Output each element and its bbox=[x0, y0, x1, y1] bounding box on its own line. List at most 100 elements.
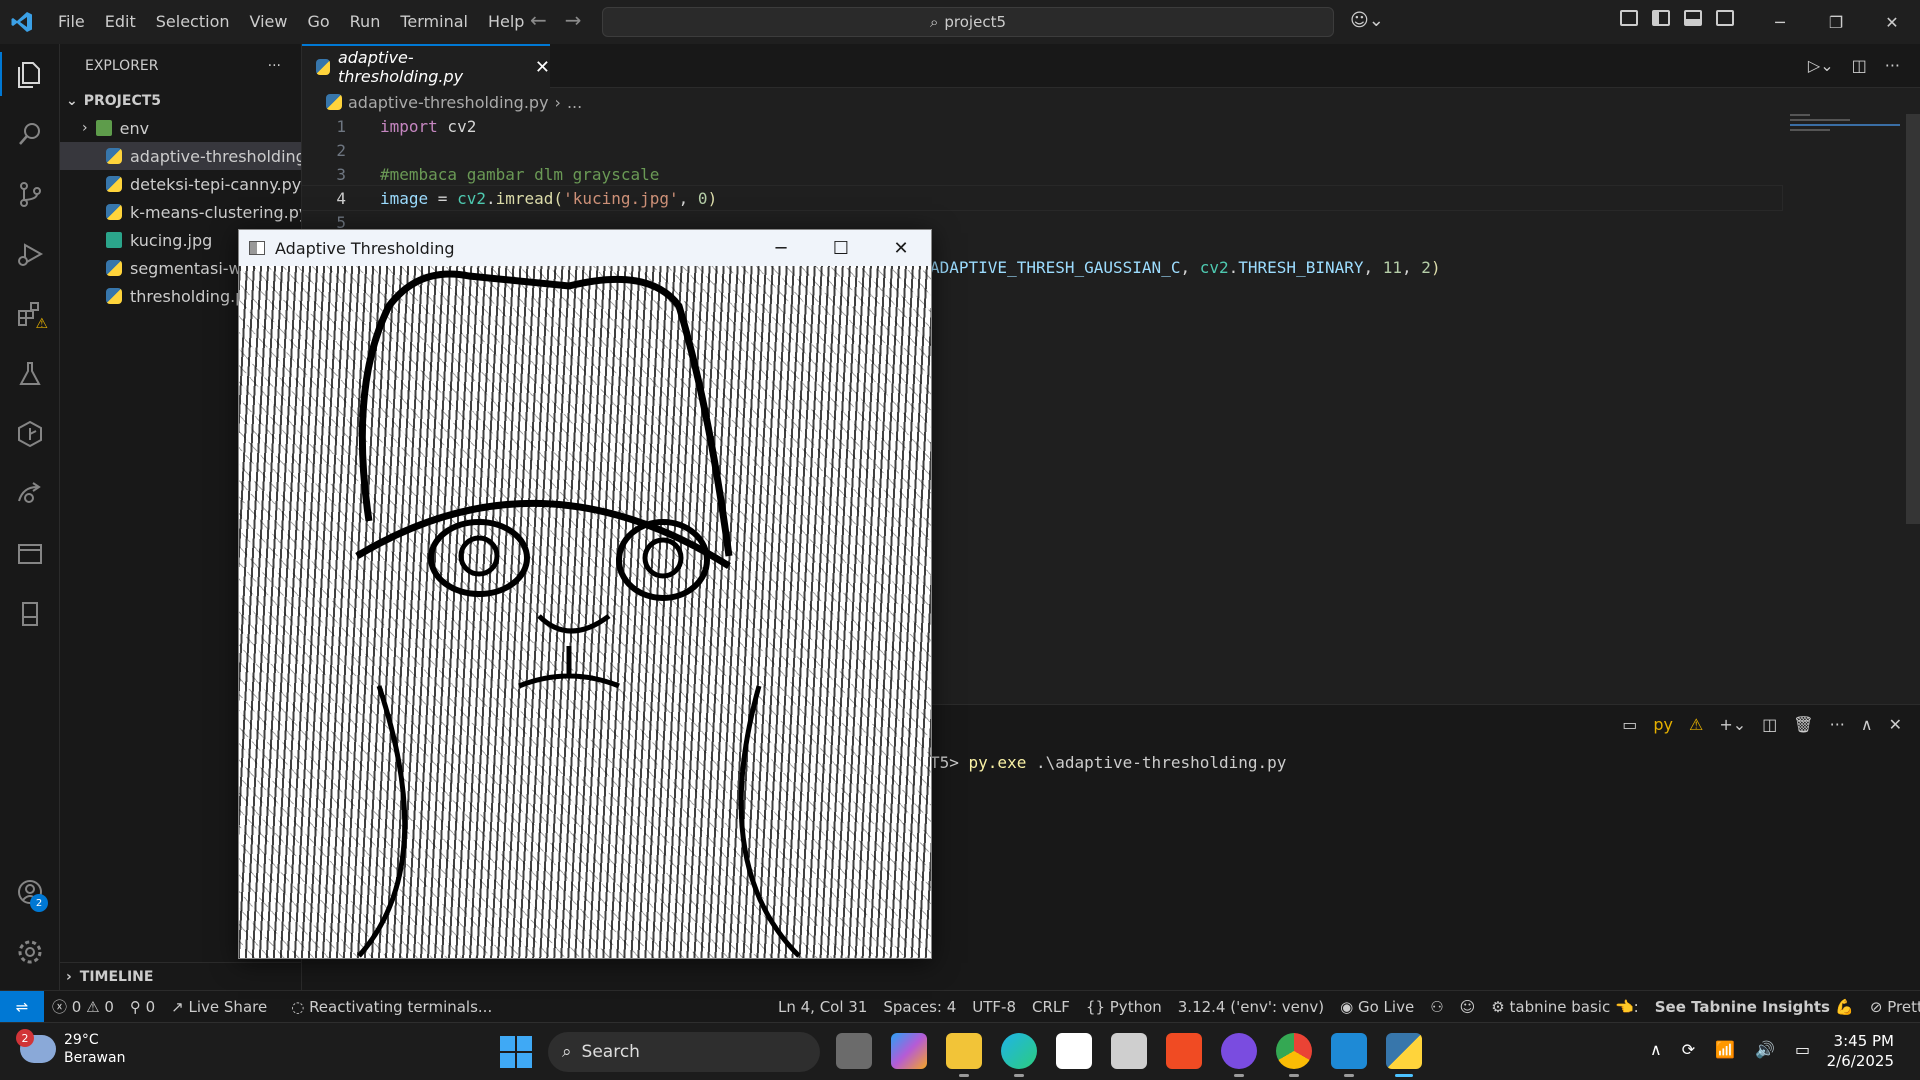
run-python-file-icon[interactable]: ▷⌄ bbox=[1808, 56, 1834, 75]
timeline-section[interactable]: › TIMELINE bbox=[60, 962, 302, 990]
remote-indicator-icon[interactable]: ⇌ bbox=[0, 991, 44, 1022]
more-actions-icon[interactable]: ··· bbox=[268, 58, 281, 74]
editor-scrollbar[interactable] bbox=[1906, 114, 1920, 524]
split-editor-icon[interactable]: ◫ bbox=[1852, 56, 1867, 75]
project-section[interactable]: ⌄ PROJECT5 bbox=[60, 88, 301, 114]
maximize-icon[interactable]: ☐ bbox=[811, 230, 871, 266]
terminal-output-line: T5> py.exe .\adaptive-thresholding.py bbox=[930, 753, 1286, 772]
live-share-status[interactable]: ↗ Live Share bbox=[163, 998, 275, 1016]
menu-run[interactable]: Run bbox=[340, 0, 391, 44]
split-terminal-icon[interactable]: ◫ bbox=[1762, 715, 1777, 734]
breadcrumb-more[interactable]: ... bbox=[567, 93, 582, 112]
terminal-profile[interactable]: py bbox=[1653, 715, 1673, 734]
remote-explorer-icon[interactable] bbox=[0, 464, 60, 524]
ports-status[interactable]: ⚲ 0 bbox=[122, 998, 163, 1016]
function-token: imread bbox=[495, 188, 554, 208]
copilot-status-icon[interactable]: ☺ bbox=[1452, 998, 1484, 1016]
close-tab-icon[interactable]: ✕ bbox=[535, 57, 550, 78]
app-icon[interactable] bbox=[1111, 1033, 1147, 1069]
menu-file[interactable]: File bbox=[48, 0, 95, 44]
taskbar-search[interactable]: ⌕ Search bbox=[548, 1032, 820, 1072]
settings-icon[interactable] bbox=[0, 922, 60, 982]
tabnine-insights-link[interactable]: See Tabnine Insights 💪 bbox=[1647, 998, 1862, 1016]
windows-start-icon[interactable] bbox=[500, 1036, 532, 1068]
menu-terminal[interactable]: Terminal bbox=[390, 0, 478, 44]
minimize-icon[interactable]: ─ bbox=[1752, 0, 1808, 44]
battery-icon[interactable]: ▭ bbox=[1795, 1040, 1810, 1059]
copilot-icon[interactable] bbox=[891, 1033, 927, 1069]
status-bar: ⇌ ⓧ 0 ⚠ 0 ⚲ 0 ↗ Live Share ◌ Reactivatin… bbox=[0, 990, 1920, 1022]
back-arrow-icon[interactable]: ← bbox=[530, 8, 547, 32]
explorer-icon[interactable] bbox=[0, 44, 60, 104]
language-mode[interactable]: {} Python bbox=[1078, 998, 1170, 1016]
tab-adaptive-thresholding[interactable]: adaptive-thresholding.py ✕ bbox=[302, 44, 550, 88]
restore-icon[interactable]: ❐ bbox=[1808, 0, 1864, 44]
forward-arrow-icon[interactable]: → bbox=[565, 8, 582, 32]
trash-icon[interactable]: 🗑 bbox=[1793, 715, 1813, 734]
line-text: import cv2 bbox=[356, 117, 476, 136]
close-icon[interactable]: ✕ bbox=[871, 230, 931, 266]
testing-icon[interactable] bbox=[0, 344, 60, 404]
chrome-icon[interactable] bbox=[1276, 1033, 1312, 1077]
indentation[interactable]: Spaces: 4 bbox=[875, 998, 964, 1016]
sync-icon[interactable]: ⟳ bbox=[1682, 1040, 1695, 1059]
toggle-secondary-sidebar-icon[interactable] bbox=[1716, 10, 1734, 26]
tree-item-adaptive-thresholding[interactable]: adaptive-thresholding.py bbox=[60, 142, 301, 170]
gitlens-icon[interactable] bbox=[0, 404, 60, 464]
wifi-icon[interactable]: 📶 bbox=[1715, 1040, 1735, 1059]
menu-selection[interactable]: Selection bbox=[146, 0, 240, 44]
end-of-line[interactable]: CRLF bbox=[1024, 998, 1078, 1016]
weather-widget[interactable]: 2 29°C Berawan bbox=[16, 1029, 125, 1067]
tabnine-status[interactable]: ⚙ tabnine basic 👈: bbox=[1483, 998, 1646, 1016]
minimize-icon[interactable]: ─ bbox=[751, 230, 811, 266]
command-center-search[interactable]: ⌕ project5 bbox=[602, 7, 1334, 37]
customize-layout-icon[interactable] bbox=[1620, 10, 1638, 26]
close-panel-icon[interactable]: ✕ bbox=[1889, 715, 1902, 734]
copilot-icon[interactable]: ☺⌄ bbox=[1350, 10, 1384, 31]
toggle-panel-icon[interactable] bbox=[1684, 10, 1702, 26]
more-actions-icon[interactable]: ··· bbox=[1885, 56, 1900, 75]
problems-status[interactable]: ⓧ 0 ⚠ 0 bbox=[44, 996, 122, 1017]
chevron-up-icon[interactable]: ∧ bbox=[1650, 1040, 1662, 1059]
github-desktop-icon[interactable] bbox=[1221, 1033, 1257, 1077]
extensions-icon[interactable]: ⚠ bbox=[0, 284, 60, 344]
accounts-icon[interactable]: 2 bbox=[0, 862, 60, 922]
popup-title-bar[interactable]: Adaptive Thresholding ─ ☐ ✕ bbox=[239, 230, 931, 266]
python-interpreter[interactable]: 3.12.4 ('env': venv) bbox=[1170, 998, 1332, 1016]
brave-icon[interactable] bbox=[1166, 1033, 1202, 1069]
panel-icon[interactable] bbox=[0, 524, 60, 584]
maximize-panel-icon[interactable]: ∧ bbox=[1861, 715, 1873, 734]
encoding[interactable]: UTF-8 bbox=[964, 998, 1024, 1016]
breadcrumb-file[interactable]: adaptive-thresholding.py bbox=[348, 93, 549, 112]
taskbar-clock[interactable]: 3:45 PM 2/6/2025 bbox=[1827, 1031, 1894, 1071]
tree-item-env[interactable]: › env bbox=[60, 114, 301, 142]
toggle-sidebar-icon[interactable] bbox=[1652, 10, 1670, 26]
tree-item-k-means-clustering[interactable]: k-means-clustering.py bbox=[60, 198, 301, 226]
vscode-icon[interactable] bbox=[1331, 1033, 1367, 1077]
prettier-status[interactable]: ⊘ Prettier bbox=[1862, 998, 1920, 1016]
source-control-icon[interactable] bbox=[0, 164, 60, 224]
minimap[interactable] bbox=[1790, 114, 1900, 144]
close-icon[interactable]: ✕ bbox=[1864, 0, 1920, 44]
volume-icon[interactable]: 🔊 bbox=[1755, 1040, 1775, 1059]
menu-view[interactable]: View bbox=[240, 0, 298, 44]
popup-window-controls: ─ ☐ ✕ bbox=[751, 230, 931, 266]
tree-item-deteksi-tepi-canny[interactable]: deteksi-tepi-canny.py bbox=[60, 170, 301, 198]
menu-edit[interactable]: Edit bbox=[95, 0, 146, 44]
menu-help[interactable]: Help bbox=[478, 0, 534, 44]
search-icon[interactable] bbox=[0, 104, 60, 164]
menu-go[interactable]: Go bbox=[297, 0, 339, 44]
notebook-icon[interactable] bbox=[0, 584, 60, 644]
store-icon[interactable] bbox=[1056, 1033, 1092, 1069]
cursor-position[interactable]: Ln 4, Col 31 bbox=[770, 998, 875, 1016]
edge-icon[interactable] bbox=[1001, 1033, 1037, 1077]
task-view-icon[interactable] bbox=[836, 1033, 872, 1069]
file-explorer-icon[interactable] bbox=[946, 1033, 982, 1077]
python-icon[interactable] bbox=[1386, 1033, 1422, 1077]
go-live-button[interactable]: ◉ Go Live bbox=[1332, 998, 1422, 1016]
more-actions-icon[interactable]: ··· bbox=[1830, 715, 1845, 734]
run-debug-icon[interactable] bbox=[0, 224, 60, 284]
code-editor[interactable]: 1 import cv2 2 3 #membaca gambar dlm gra… bbox=[301, 114, 1783, 234]
new-terminal-icon[interactable]: +⌄ bbox=[1719, 715, 1746, 734]
feedback-icon[interactable]: ⚇ bbox=[1422, 998, 1451, 1016]
